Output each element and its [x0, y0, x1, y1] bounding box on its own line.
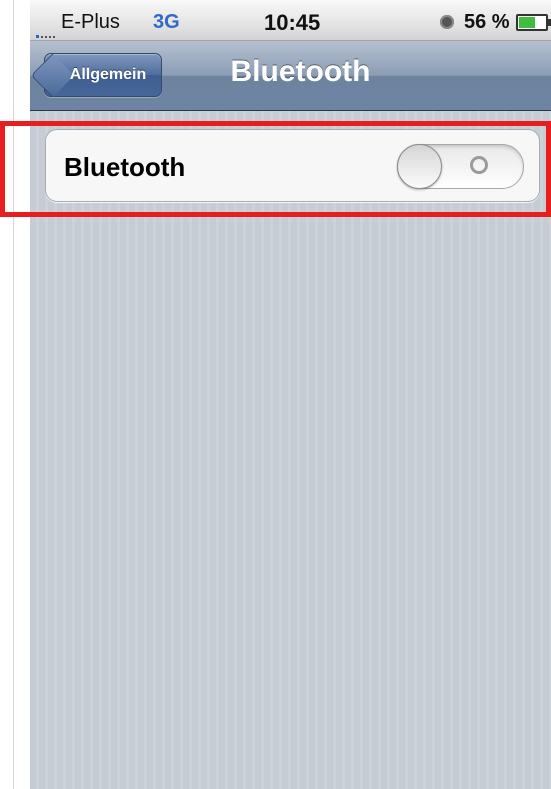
carrier-name: E-Plus — [61, 11, 120, 33]
back-button-label: Allgemein — [69, 66, 147, 83]
phone-screen: E-Plus 3G 10:45 56 % Allgemein Bluetooth… — [30, 0, 551, 789]
bluetooth-toggle[interactable] — [397, 144, 524, 189]
status-bar: E-Plus 3G 10:45 56 % — [30, 0, 551, 41]
page-margin — [0, 0, 30, 789]
battery-icon — [516, 14, 551, 31]
status-time: 10:45 — [264, 10, 321, 35]
network-type: 3G — [153, 11, 180, 33]
bluetooth-label: Bluetooth — [64, 152, 186, 182]
bluetooth-setting-row: Bluetooth — [45, 129, 540, 202]
toggle-knob[interactable] — [397, 144, 442, 189]
battery-percentage: 56 % — [464, 11, 510, 33]
lock-rotation-icon — [440, 15, 454, 29]
settings-content: Bluetooth — [30, 111, 551, 789]
off-indicator-icon — [470, 156, 488, 174]
navigation-bar: Allgemein Bluetooth — [30, 41, 551, 111]
